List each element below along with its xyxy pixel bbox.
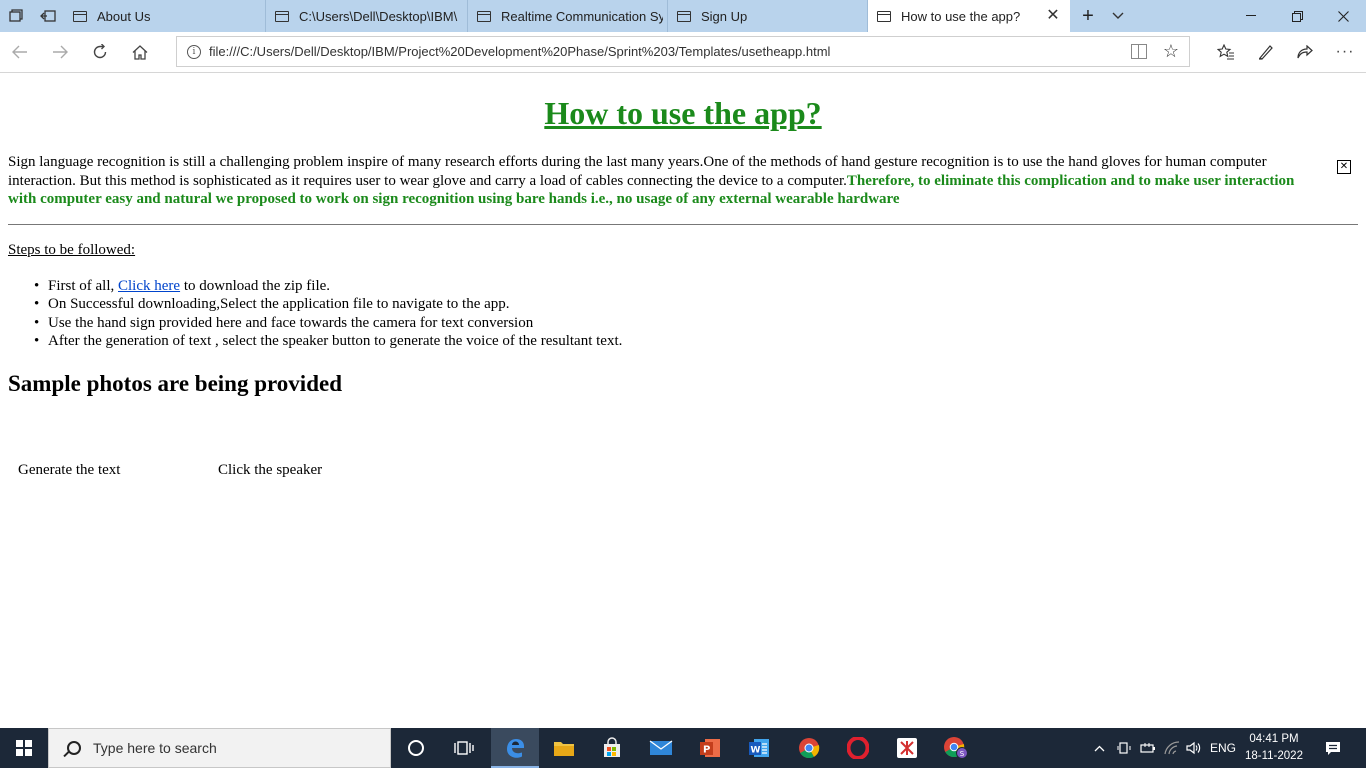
- tab-how-to-use-app[interactable]: How to use the app? ✕: [868, 0, 1070, 32]
- tab-bar: About Us C:\Users\Dell\Desktop\IBM\ Real…: [0, 0, 1366, 32]
- address-bar[interactable]: i file:///C:/Users/Dell/Desktop/IBM/Proj…: [176, 36, 1190, 67]
- show-hidden-icons-chevron-icon[interactable]: [1090, 728, 1108, 768]
- close-window-button[interactable]: [1320, 0, 1366, 32]
- close-box-icon[interactable]: ✕: [1337, 160, 1351, 174]
- tab-label: Sign Up: [701, 8, 748, 24]
- web-page: How to use the app? Sign language recogn…: [0, 73, 1366, 728]
- windows-logo-icon: [16, 740, 32, 756]
- info-icon[interactable]: i: [187, 44, 201, 59]
- language-indicator[interactable]: ENG: [1208, 728, 1238, 768]
- volume-icon[interactable]: [1184, 728, 1204, 768]
- search-placeholder[interactable]: Type here to search: [93, 740, 217, 756]
- samples-heading: Sample photos are being provided: [8, 371, 342, 396]
- tab-label: Realtime Communication Sy: [501, 8, 663, 24]
- tab-label: How to use the app?: [901, 8, 1021, 24]
- reading-view-icon[interactable]: [1131, 44, 1147, 59]
- task-view-icon[interactable]: [440, 728, 488, 768]
- svg-text:S: S: [960, 750, 965, 758]
- share-icon[interactable]: [1290, 38, 1320, 66]
- restore-button[interactable]: [1274, 0, 1320, 32]
- page-icon: [275, 10, 289, 22]
- download-zip-link[interactable]: Click here: [118, 278, 180, 294]
- url-text[interactable]: file:///C:/Users/Dell/Desktop/IBM/Projec…: [209, 44, 830, 59]
- battery-icon[interactable]: [1138, 728, 1158, 768]
- step-text: First of all,: [48, 278, 118, 294]
- chevron-down-icon[interactable]: [1102, 0, 1134, 32]
- navigation-bar: i file:///C:/Users/Dell/Desktop/IBM/Proj…: [0, 32, 1366, 73]
- list-item: First of all, Click here to download the…: [34, 277, 622, 296]
- clock-time: 04:41 PM: [1249, 733, 1299, 745]
- search-icon: [67, 741, 81, 755]
- cortana-icon[interactable]: [392, 728, 440, 768]
- new-tab-icon[interactable]: +: [1072, 0, 1104, 32]
- minimize-button[interactable]: [1228, 0, 1274, 32]
- list-item: Use the hand sign provided here and face…: [34, 314, 622, 333]
- notifications-icon[interactable]: [1320, 728, 1346, 768]
- favorite-star-icon[interactable]: ☆: [1163, 41, 1179, 62]
- tab-label: C:\Users\Dell\Desktop\IBM\: [299, 8, 458, 24]
- wifi-icon[interactable]: [1162, 728, 1182, 768]
- steps-heading: Steps to be followed:: [8, 242, 136, 258]
- page-icon: [73, 10, 87, 22]
- svg-text:P: P: [703, 745, 710, 756]
- page-icon: [677, 10, 691, 22]
- back-arrow-icon[interactable]: [5, 38, 35, 66]
- powerpoint-icon[interactable]: P: [686, 728, 734, 768]
- tab-label: About Us: [97, 8, 151, 24]
- start-button[interactable]: [0, 728, 48, 768]
- opera-icon[interactable]: [834, 728, 882, 768]
- list-item: On Successful downloading,Select the app…: [34, 295, 622, 314]
- list-item: After the generation of text , select th…: [34, 332, 622, 351]
- intro-paragraph: Sign language recognition is still a cha…: [8, 153, 1308, 209]
- page-icon: [877, 10, 891, 22]
- pen-notes-icon[interactable]: [1251, 38, 1281, 66]
- caption-click-speaker: Click the speaker: [218, 462, 323, 478]
- home-icon[interactable]: [125, 38, 155, 66]
- clock-date: 18-11-2022: [1245, 750, 1303, 762]
- taskbar-search-box[interactable]: Type here to search: [48, 728, 391, 768]
- caption-generate-text: Generate the text: [18, 462, 121, 478]
- horizontal-divider: [8, 224, 1358, 225]
- tab-file-explorer-path[interactable]: C:\Users\Dell\Desktop\IBM\: [266, 0, 468, 32]
- favorites-list-icon[interactable]: [1211, 38, 1241, 66]
- tab-realtime-communication[interactable]: Realtime Communication Sy: [468, 0, 668, 32]
- microsoft-store-icon[interactable]: [588, 728, 636, 768]
- word-icon[interactable]: W: [735, 728, 783, 768]
- svg-text:W: W: [751, 746, 761, 756]
- chrome-profile-icon[interactable]: S: [932, 728, 980, 768]
- page-icon: [477, 10, 491, 22]
- clock[interactable]: 04:41 PM 18-11-2022: [1236, 731, 1312, 765]
- refresh-icon[interactable]: [85, 38, 115, 66]
- set-tabs-aside-icon[interactable]: [32, 0, 64, 32]
- close-tab-icon[interactable]: ✕: [1044, 7, 1062, 25]
- forward-arrow-icon[interactable]: [45, 38, 75, 66]
- mail-icon[interactable]: [637, 728, 685, 768]
- tab-sign-up[interactable]: Sign Up: [668, 0, 868, 32]
- chrome-icon[interactable]: [785, 728, 833, 768]
- step-text: to download the zip file.: [180, 278, 331, 294]
- taskbar: Type here to search P W S ENG 04:41 PM 1…: [0, 728, 1366, 768]
- steps-list: First of all, Click here to download the…: [34, 277, 622, 351]
- tab-preview-icon[interactable]: [0, 0, 32, 32]
- page-title: How to use the app?: [544, 95, 822, 131]
- app-launcher-icon[interactable]: [883, 728, 931, 768]
- more-options-icon[interactable]: ···: [1330, 38, 1360, 66]
- device-icon[interactable]: [1114, 728, 1134, 768]
- tab-about-us[interactable]: About Us: [64, 0, 266, 32]
- file-explorer-icon[interactable]: [540, 728, 588, 768]
- edge-browser-icon[interactable]: [491, 728, 539, 768]
